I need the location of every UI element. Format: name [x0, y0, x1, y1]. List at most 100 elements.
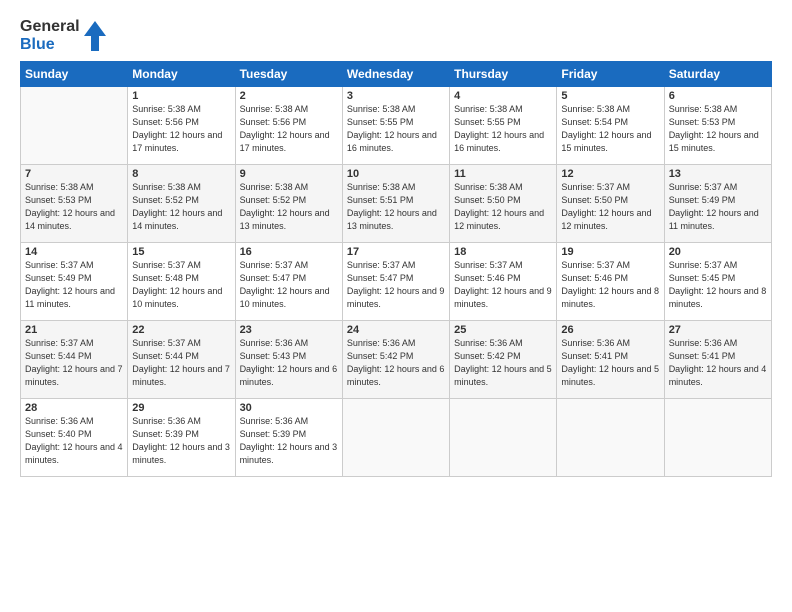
- calendar-cell: 23Sunrise: 5:36 AM Sunset: 5:43 PM Dayli…: [235, 321, 342, 399]
- day-number: 29: [132, 402, 230, 414]
- calendar-cell: 2Sunrise: 5:38 AM Sunset: 5:56 PM Daylig…: [235, 87, 342, 165]
- calendar-cell: 1Sunrise: 5:38 AM Sunset: 5:56 PM Daylig…: [128, 87, 235, 165]
- calendar-cell: 16Sunrise: 5:37 AM Sunset: 5:47 PM Dayli…: [235, 243, 342, 321]
- day-number: 6: [669, 90, 767, 102]
- day-info: Sunrise: 5:37 AM Sunset: 5:49 PM Dayligh…: [669, 181, 767, 233]
- calendar-cell: 18Sunrise: 5:37 AM Sunset: 5:46 PM Dayli…: [450, 243, 557, 321]
- day-number: 10: [347, 168, 445, 180]
- calendar-cell: 14Sunrise: 5:37 AM Sunset: 5:49 PM Dayli…: [21, 243, 128, 321]
- day-number: 21: [25, 324, 123, 336]
- day-number: 15: [132, 246, 230, 258]
- day-info: Sunrise: 5:37 AM Sunset: 5:47 PM Dayligh…: [347, 259, 445, 311]
- calendar-cell: 12Sunrise: 5:37 AM Sunset: 5:50 PM Dayli…: [557, 165, 664, 243]
- day-info: Sunrise: 5:36 AM Sunset: 5:41 PM Dayligh…: [561, 337, 659, 389]
- calendar-cell: 15Sunrise: 5:37 AM Sunset: 5:48 PM Dayli…: [128, 243, 235, 321]
- weekday-header-wednesday: Wednesday: [342, 62, 449, 87]
- calendar-cell: 29Sunrise: 5:36 AM Sunset: 5:39 PM Dayli…: [128, 399, 235, 477]
- calendar-cell: [557, 399, 664, 477]
- weekday-header-monday: Monday: [128, 62, 235, 87]
- day-number: 5: [561, 90, 659, 102]
- calendar-cell: 26Sunrise: 5:36 AM Sunset: 5:41 PM Dayli…: [557, 321, 664, 399]
- day-number: 3: [347, 90, 445, 102]
- day-info: Sunrise: 5:37 AM Sunset: 5:46 PM Dayligh…: [454, 259, 552, 311]
- day-info: Sunrise: 5:38 AM Sunset: 5:53 PM Dayligh…: [669, 103, 767, 155]
- calendar-cell: 4Sunrise: 5:38 AM Sunset: 5:55 PM Daylig…: [450, 87, 557, 165]
- day-info: Sunrise: 5:38 AM Sunset: 5:51 PM Dayligh…: [347, 181, 445, 233]
- day-info: Sunrise: 5:36 AM Sunset: 5:39 PM Dayligh…: [132, 415, 230, 467]
- calendar-cell: 11Sunrise: 5:38 AM Sunset: 5:50 PM Dayli…: [450, 165, 557, 243]
- day-number: 19: [561, 246, 659, 258]
- day-number: 2: [240, 90, 338, 102]
- day-info: Sunrise: 5:37 AM Sunset: 5:44 PM Dayligh…: [25, 337, 123, 389]
- calendar-cell: 10Sunrise: 5:38 AM Sunset: 5:51 PM Dayli…: [342, 165, 449, 243]
- day-info: Sunrise: 5:38 AM Sunset: 5:52 PM Dayligh…: [132, 181, 230, 233]
- day-info: Sunrise: 5:36 AM Sunset: 5:42 PM Dayligh…: [454, 337, 552, 389]
- day-info: Sunrise: 5:38 AM Sunset: 5:56 PM Dayligh…: [240, 103, 338, 155]
- day-info: Sunrise: 5:37 AM Sunset: 5:48 PM Dayligh…: [132, 259, 230, 311]
- weekday-header-saturday: Saturday: [664, 62, 771, 87]
- calendar-cell: [21, 87, 128, 165]
- calendar-cell: 28Sunrise: 5:36 AM Sunset: 5:40 PM Dayli…: [21, 399, 128, 477]
- day-info: Sunrise: 5:36 AM Sunset: 5:41 PM Dayligh…: [669, 337, 767, 389]
- weekday-header-tuesday: Tuesday: [235, 62, 342, 87]
- calendar-cell: 9Sunrise: 5:38 AM Sunset: 5:52 PM Daylig…: [235, 165, 342, 243]
- calendar-cell: 27Sunrise: 5:36 AM Sunset: 5:41 PM Dayli…: [664, 321, 771, 399]
- day-number: 28: [25, 402, 123, 414]
- calendar-cell: 8Sunrise: 5:38 AM Sunset: 5:52 PM Daylig…: [128, 165, 235, 243]
- calendar-cell: [450, 399, 557, 477]
- weekday-header-friday: Friday: [557, 62, 664, 87]
- day-number: 13: [669, 168, 767, 180]
- day-info: Sunrise: 5:38 AM Sunset: 5:55 PM Dayligh…: [347, 103, 445, 155]
- day-info: Sunrise: 5:38 AM Sunset: 5:53 PM Dayligh…: [25, 181, 123, 233]
- logo-arrow-icon: [84, 21, 106, 51]
- day-number: 27: [669, 324, 767, 336]
- day-number: 11: [454, 168, 552, 180]
- weekday-header-thursday: Thursday: [450, 62, 557, 87]
- day-info: Sunrise: 5:38 AM Sunset: 5:55 PM Dayligh…: [454, 103, 552, 155]
- calendar-cell: 20Sunrise: 5:37 AM Sunset: 5:45 PM Dayli…: [664, 243, 771, 321]
- calendar-table: SundayMondayTuesdayWednesdayThursdayFrid…: [20, 61, 772, 477]
- calendar-cell: 5Sunrise: 5:38 AM Sunset: 5:54 PM Daylig…: [557, 87, 664, 165]
- day-info: Sunrise: 5:38 AM Sunset: 5:54 PM Dayligh…: [561, 103, 659, 155]
- calendar-cell: 25Sunrise: 5:36 AM Sunset: 5:42 PM Dayli…: [450, 321, 557, 399]
- day-number: 17: [347, 246, 445, 258]
- day-info: Sunrise: 5:38 AM Sunset: 5:50 PM Dayligh…: [454, 181, 552, 233]
- day-number: 20: [669, 246, 767, 258]
- calendar-cell: [342, 399, 449, 477]
- day-info: Sunrise: 5:37 AM Sunset: 5:49 PM Dayligh…: [25, 259, 123, 311]
- day-info: Sunrise: 5:37 AM Sunset: 5:46 PM Dayligh…: [561, 259, 659, 311]
- day-number: 26: [561, 324, 659, 336]
- day-number: 24: [347, 324, 445, 336]
- calendar-cell: 19Sunrise: 5:37 AM Sunset: 5:46 PM Dayli…: [557, 243, 664, 321]
- calendar-cell: [664, 399, 771, 477]
- day-info: Sunrise: 5:37 AM Sunset: 5:45 PM Dayligh…: [669, 259, 767, 311]
- day-info: Sunrise: 5:36 AM Sunset: 5:42 PM Dayligh…: [347, 337, 445, 389]
- page-header: General Blue: [20, 18, 772, 53]
- calendar-cell: 7Sunrise: 5:38 AM Sunset: 5:53 PM Daylig…: [21, 165, 128, 243]
- day-number: 18: [454, 246, 552, 258]
- calendar-cell: 22Sunrise: 5:37 AM Sunset: 5:44 PM Dayli…: [128, 321, 235, 399]
- calendar-cell: 13Sunrise: 5:37 AM Sunset: 5:49 PM Dayli…: [664, 165, 771, 243]
- day-number: 4: [454, 90, 552, 102]
- calendar-cell: 30Sunrise: 5:36 AM Sunset: 5:39 PM Dayli…: [235, 399, 342, 477]
- day-info: Sunrise: 5:36 AM Sunset: 5:43 PM Dayligh…: [240, 337, 338, 389]
- day-number: 22: [132, 324, 230, 336]
- day-info: Sunrise: 5:37 AM Sunset: 5:44 PM Dayligh…: [132, 337, 230, 389]
- day-number: 9: [240, 168, 338, 180]
- day-number: 8: [132, 168, 230, 180]
- day-info: Sunrise: 5:38 AM Sunset: 5:56 PM Dayligh…: [132, 103, 230, 155]
- day-number: 12: [561, 168, 659, 180]
- day-info: Sunrise: 5:37 AM Sunset: 5:47 PM Dayligh…: [240, 259, 338, 311]
- day-number: 7: [25, 168, 123, 180]
- day-number: 16: [240, 246, 338, 258]
- day-info: Sunrise: 5:38 AM Sunset: 5:52 PM Dayligh…: [240, 181, 338, 233]
- day-number: 23: [240, 324, 338, 336]
- calendar-cell: 17Sunrise: 5:37 AM Sunset: 5:47 PM Dayli…: [342, 243, 449, 321]
- calendar-cell: 24Sunrise: 5:36 AM Sunset: 5:42 PM Dayli…: [342, 321, 449, 399]
- calendar-cell: 21Sunrise: 5:37 AM Sunset: 5:44 PM Dayli…: [21, 321, 128, 399]
- day-info: Sunrise: 5:36 AM Sunset: 5:39 PM Dayligh…: [240, 415, 338, 467]
- logo: General Blue: [20, 18, 106, 53]
- day-number: 25: [454, 324, 552, 336]
- weekday-header-sunday: Sunday: [21, 62, 128, 87]
- day-number: 14: [25, 246, 123, 258]
